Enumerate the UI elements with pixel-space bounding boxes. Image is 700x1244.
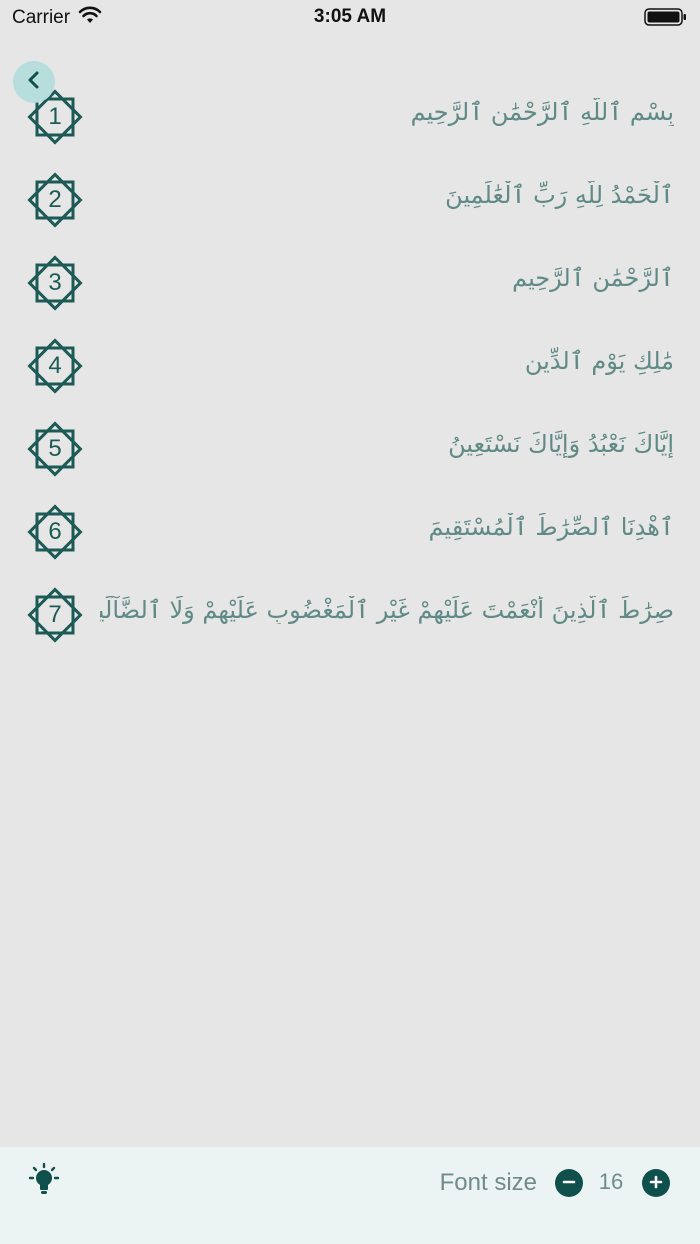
verse-text: ٱلْحَمْدُ لِلَّهِ رَبِّ ٱلْعَٰلَمِينَ bbox=[445, 181, 674, 209]
bottom-toolbar: Font size 16 bbox=[0, 1147, 700, 1244]
increase-font-button[interactable] bbox=[642, 1169, 670, 1197]
verse-row[interactable]: 6 ٱهْدِنَا ٱلصِّرَٰطَ ٱلْمُسْتَقِيمَ bbox=[0, 489, 700, 572]
verse-number-badge: 2 bbox=[25, 170, 85, 230]
verse-text: ٱلرَّحْمَٰنِ ٱلرَّحِيمِ bbox=[512, 264, 674, 292]
verse-number: 6 bbox=[48, 518, 62, 545]
verse-number-badge: 6 bbox=[25, 502, 85, 562]
verse-text: صِرَٰطَ ٱلَّذِينَ أَنْعَمْتَ عَلَيْهِمْ … bbox=[100, 596, 674, 624]
plus-icon bbox=[649, 1174, 663, 1193]
verse-row[interactable]: 5 إِيَّاكَ نَعْبُدُ وَإِيَّاكَ نَسْتَعِي… bbox=[0, 406, 700, 489]
verse-number-badge: 7 bbox=[25, 585, 85, 645]
status-time: 3:05 AM bbox=[313, 6, 387, 27]
verse-list: 1 بِسْمِ ٱللَّهِ ٱلرَّحْمَٰنِ ٱلرَّحِيمِ… bbox=[0, 74, 700, 655]
decrease-font-button[interactable] bbox=[555, 1169, 583, 1197]
verse-number: 4 bbox=[48, 352, 62, 379]
verse-text: مَٰلِكِ يَوْمِ ٱلدِّينِ bbox=[524, 347, 674, 375]
theme-toggle-button[interactable] bbox=[24, 1162, 64, 1203]
font-size-label: Font size bbox=[439, 1169, 537, 1196]
verse-text: إِيَّاكَ نَعْبُدُ وَإِيَّاكَ نَسْتَعِينُ bbox=[448, 430, 674, 458]
verse-row[interactable]: 2 ٱلْحَمْدُ لِلَّهِ رَبِّ ٱلْعَٰلَمِينَ bbox=[0, 157, 700, 240]
font-size-value: 16 bbox=[598, 1169, 624, 1194]
verse-row[interactable]: 7 صِرَٰطَ ٱلَّذِينَ أَنْعَمْتَ عَلَيْهِم… bbox=[0, 572, 700, 655]
verse-row[interactable]: 1 بِسْمِ ٱللَّهِ ٱلرَّحْمَٰنِ ٱلرَّحِيمِ bbox=[0, 74, 700, 157]
battery-icon bbox=[644, 7, 688, 31]
verse-row[interactable]: 4 مَٰلِكِ يَوْمِ ٱلدِّينِ bbox=[0, 323, 700, 406]
chevron-left-icon bbox=[26, 70, 42, 94]
verse-number-badge: 4 bbox=[25, 336, 85, 396]
verse-number: 7 bbox=[48, 601, 62, 628]
verse-row[interactable]: 3 ٱلرَّحْمَٰنِ ٱلرَّحِيمِ bbox=[0, 240, 700, 323]
verse-number-badge: 5 bbox=[25, 419, 85, 479]
verse-number: 2 bbox=[48, 186, 62, 213]
verse-text: ٱهْدِنَا ٱلصِّرَٰطَ ٱلْمُسْتَقِيمَ bbox=[428, 513, 674, 541]
verse-number-badge: 3 bbox=[25, 253, 85, 313]
verse-text: بِسْمِ ٱللَّهِ ٱلرَّحْمَٰنِ ٱلرَّحِيمِ bbox=[410, 98, 674, 126]
verse-number: 5 bbox=[48, 435, 62, 462]
back-button[interactable] bbox=[13, 61, 55, 103]
status-bar: Carrier 3:05 AM bbox=[0, 0, 700, 36]
lightbulb-icon bbox=[25, 1162, 63, 1203]
minus-icon bbox=[562, 1174, 576, 1193]
verse-number: 3 bbox=[48, 269, 62, 296]
